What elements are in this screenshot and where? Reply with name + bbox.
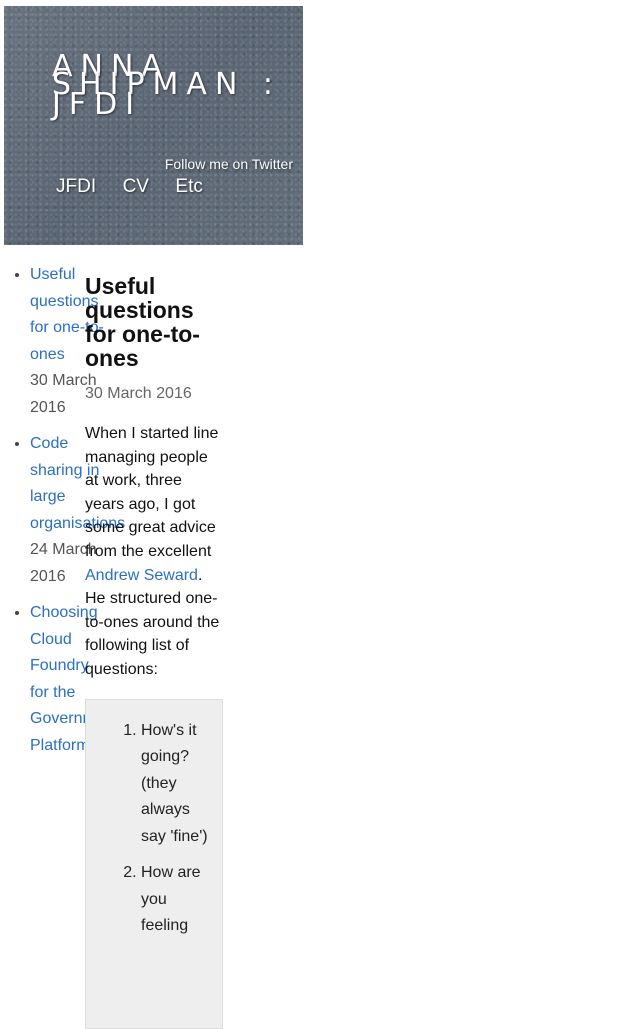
twitter-link[interactable]: Follow me on Twitter bbox=[165, 156, 293, 172]
question-item: How are you feeling bbox=[141, 860, 212, 940]
intro-text: When I started line managing people at w… bbox=[85, 425, 219, 560]
nav-jfdi[interactable]: JFDI bbox=[56, 176, 96, 198]
question-item: How's it going? (they always say 'fine') bbox=[141, 718, 212, 851]
questions-list: How's it going? (they always say 'fine')… bbox=[86, 718, 212, 940]
site-title-line-3[interactable]: JFDI bbox=[52, 90, 142, 120]
nav-etc[interactable]: Etc bbox=[175, 176, 202, 198]
andrew-seward-link[interactable]: Andrew Seward bbox=[85, 567, 198, 584]
article-intro: When I started line managing people at w… bbox=[85, 422, 222, 682]
questions-box: How's it going? (they always say 'fine')… bbox=[85, 698, 223, 1029]
nav-cv[interactable]: CV bbox=[123, 176, 149, 198]
main-nav: JFDI CV Etc bbox=[56, 176, 225, 198]
site-header: ANNA SHIPMAN : JFDI Follow me on Twitter… bbox=[4, 6, 303, 245]
article: Useful questions for one-to-ones 30 Marc… bbox=[85, 273, 223, 1029]
post-title: Useful questions for one-to-ones bbox=[85, 273, 200, 371]
post-date: 30 March 2016 bbox=[85, 385, 192, 402]
